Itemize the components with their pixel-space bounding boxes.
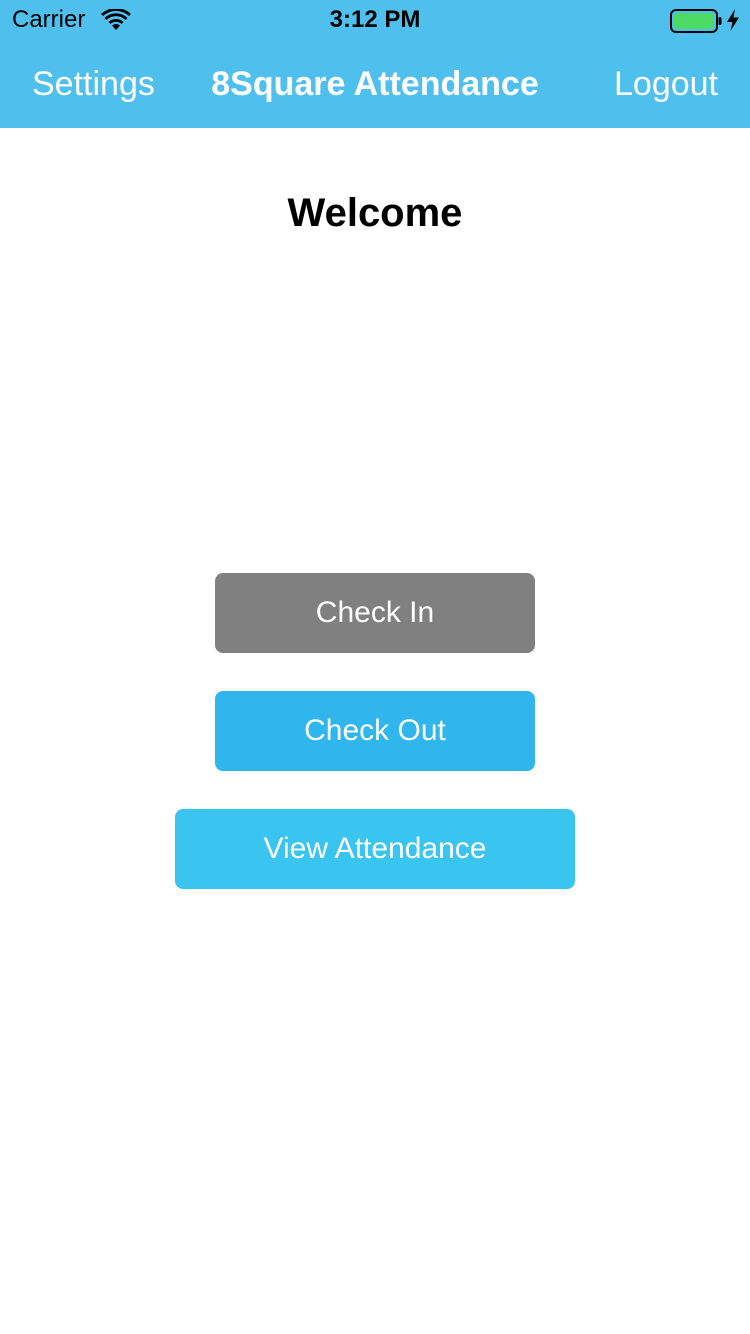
check-in-button[interactable]: Check In [215,573,535,653]
app-header: Carrier 3:12 PM Settings 8Square Attenda… [0,0,750,128]
logout-button[interactable]: Logout [614,64,718,104]
check-out-button[interactable]: Check Out [215,691,535,771]
charging-bolt-icon [727,9,739,31]
app-screen: Carrier 3:12 PM Settings 8Square Attenda… [0,0,750,1334]
status-time: 3:12 PM [329,6,421,33]
battery-icon [670,9,722,33]
navigation-bar: Settings 8Square Attendance Logout [0,40,750,128]
status-bar: Carrier 3:12 PM [0,0,750,40]
welcome-heading: Welcome [287,191,463,235]
view-attendance-button[interactable]: View Attendance [175,809,575,889]
